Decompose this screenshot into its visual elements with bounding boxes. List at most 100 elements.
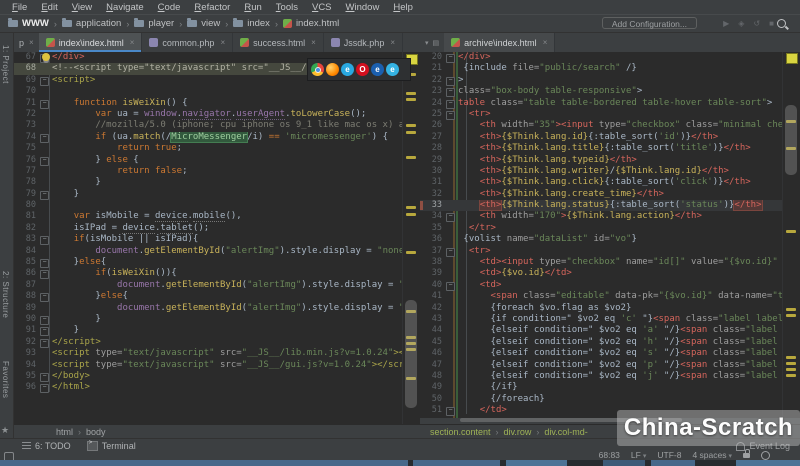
breadcrumb-item[interactable]: index.html xyxy=(283,18,339,29)
code-line[interactable]: 72 var ua = window.navigator.userAgent.t… xyxy=(14,109,420,120)
menu-item-help[interactable]: Help xyxy=(386,2,420,13)
menu-item-view[interactable]: View xyxy=(65,2,99,13)
code-line[interactable]: 39 <td>{$vo.id}</td> xyxy=(420,268,800,279)
code-line[interactable]: 78 } xyxy=(14,177,420,188)
code-line[interactable]: 28 <th>{$Think.lang.title}{:table_sort('… xyxy=(420,143,800,154)
scrollbar-thumb[interactable] xyxy=(785,105,797,175)
close-icon[interactable]: × xyxy=(29,38,34,47)
code-line[interactable]: 32 <th>{$Think.lang.create_time}</th> xyxy=(420,189,800,200)
fold-icon[interactable]: − xyxy=(446,88,455,97)
code-line[interactable]: 88− }else{ xyxy=(14,291,420,302)
breadcrumb-item[interactable]: player xyxy=(134,18,174,29)
menu-item-vcs[interactable]: VCS xyxy=(305,2,339,13)
code-line[interactable]: 77 return false; xyxy=(14,166,420,177)
code-line[interactable]: 49 {/if} xyxy=(420,382,800,393)
terminal-toolwindow-button[interactable]: Terminal xyxy=(87,441,136,451)
code-line[interactable]: 41 <span class="editable" data-pk="{$vo.… xyxy=(420,291,800,302)
editor-tab[interactable]: Jssdk.php× xyxy=(324,33,403,52)
intention-bulb-icon[interactable] xyxy=(42,53,50,61)
menu-item-window[interactable]: Window xyxy=(339,2,387,13)
favorites-star-icon[interactable]: ★ xyxy=(1,425,9,436)
indent-selector[interactable]: 4 spaces▾ xyxy=(692,450,732,460)
code-line[interactable]: 22−> xyxy=(420,75,800,86)
code-line[interactable]: 31 <th>{$Think.lang.click}{:table_sort('… xyxy=(420,177,800,188)
error-stripe-left[interactable] xyxy=(402,52,420,424)
code-line[interactable]: 36 {volist name="dataList" id="vo"} xyxy=(420,234,800,245)
editor-tab[interactable]: index\index.html× xyxy=(39,33,143,52)
coverage-icon[interactable]: ◈ xyxy=(738,19,744,28)
fold-icon[interactable]: − xyxy=(446,213,455,222)
code-line[interactable]: 75 return true; xyxy=(14,143,420,154)
breadcrumb-item[interactable]: application xyxy=(62,18,121,29)
code-line[interactable]: 24−table class="table table-bordered tab… xyxy=(420,98,800,109)
editor-tab[interactable]: archive\index.html× xyxy=(444,33,555,52)
breadcrumb-item[interactable]: div.col-md- xyxy=(544,427,587,437)
code-line[interactable]: 42 {foreach $vo.flag as $vo2} xyxy=(420,303,800,314)
code-line[interactable]: 29 <th>{$Think.lang.typeid}</th> xyxy=(420,155,800,166)
code-line[interactable]: 30 <th>{$Think.lang.writer}/{$Think.lang… xyxy=(420,166,800,177)
code-line[interactable]: 48 {elseif condition=" $vo2 eq 'j' "/}<s… xyxy=(420,371,800,382)
fold-icon[interactable]: − xyxy=(40,77,49,86)
stop-icon[interactable]: ■ xyxy=(769,19,774,28)
breadcrumb-item[interactable]: WWW xyxy=(8,18,49,29)
code-line[interactable]: 20−</div> xyxy=(420,52,800,63)
code-line[interactable]: 73 //mozilla/5.0 (iphone; cpu iphone os … xyxy=(14,120,420,131)
code-line[interactable]: 25− <tr> xyxy=(420,109,800,120)
breadcrumb-item[interactable]: index xyxy=(233,18,270,29)
tab-list-icon[interactable]: ▤ xyxy=(433,39,440,47)
code-line[interactable]: 91− } xyxy=(14,325,420,336)
inspections-hector-icon[interactable] xyxy=(761,451,770,460)
code-line[interactable]: 35 </tr> xyxy=(420,223,800,234)
code-line[interactable]: 89 document.getElementById("alertImg").s… xyxy=(14,303,420,314)
code-line[interactable]: 34− <th width="170">{$Think.lang.action}… xyxy=(420,211,800,222)
fold-icon[interactable]: − xyxy=(40,373,49,382)
code-line[interactable]: 47 {elseif condition=" $vo2 eq 'p' "/}<s… xyxy=(420,360,800,371)
fold-icon[interactable]: − xyxy=(446,54,455,63)
todo-toolwindow-button[interactable]: 6: TODO xyxy=(22,441,71,451)
code-line[interactable]: 83− if(isMobile || isIPad){ xyxy=(14,234,420,245)
code-line[interactable]: 96−</html> xyxy=(14,382,420,393)
code-line[interactable]: 50 {/foreach} xyxy=(420,394,800,405)
code-editor-left[interactable]: 67−</div>68<!--<script type="text/javasc… xyxy=(14,52,420,424)
menu-item-edit[interactable]: Edit xyxy=(34,2,64,13)
fold-icon[interactable]: − xyxy=(40,100,49,109)
code-line[interactable]: 95−</body> xyxy=(14,371,420,382)
menu-item-file[interactable]: File xyxy=(5,2,34,13)
fold-icon[interactable]: − xyxy=(40,293,49,302)
fold-icon[interactable]: − xyxy=(446,248,455,257)
encoding-selector[interactable]: UTF-8 xyxy=(657,450,681,460)
breadcrumb-item[interactable]: body xyxy=(86,427,106,437)
code-line[interactable]: 27 <th>{$Think.lang.id}{:table_sort('id'… xyxy=(420,132,800,143)
breadcrumb-item[interactable]: section.content xyxy=(430,427,491,437)
close-icon[interactable]: × xyxy=(220,38,225,47)
code-line[interactable]: 80 xyxy=(14,200,420,211)
sidebar-item-project[interactable]: 1: Project xyxy=(1,45,10,84)
code-line[interactable]: 21 {include file="public/search" /} xyxy=(420,63,800,74)
code-editor-right[interactable]: 20−</div>21 {include file="public/search… xyxy=(420,52,800,418)
code-line[interactable]: 90− } xyxy=(14,314,420,325)
close-icon[interactable]: × xyxy=(311,38,316,47)
scrollbar-thumb[interactable] xyxy=(405,300,417,408)
code-line[interactable]: 70 xyxy=(14,86,420,97)
editor-tab[interactable]: common.php× xyxy=(142,33,233,52)
code-line[interactable]: 45 {elseif condition=" $vo2 eq 'h' "/}<s… xyxy=(420,337,800,348)
code-line[interactable]: 33 <th>{$Think.lang.status}{:table_sort(… xyxy=(420,200,800,211)
fold-icon[interactable]: − xyxy=(40,157,49,166)
fold-icon[interactable]: − xyxy=(40,236,49,245)
code-line[interactable]: 76− } else { xyxy=(14,155,420,166)
breadcrumb-item[interactable]: div.row xyxy=(504,427,532,437)
fold-icon[interactable]: − xyxy=(40,339,49,348)
close-icon[interactable]: × xyxy=(390,38,395,47)
caret-position[interactable]: 68:83 xyxy=(599,450,620,460)
fold-icon[interactable]: − xyxy=(40,191,49,200)
error-stripe-right[interactable] xyxy=(782,52,800,418)
code-line[interactable]: 40− <td> xyxy=(420,280,800,291)
fold-icon[interactable]: − xyxy=(40,270,49,279)
code-line[interactable]: 37− <tr> xyxy=(420,246,800,257)
code-line[interactable]: 43 {if condition=" $vo2 eq 'c' "}<span c… xyxy=(420,314,800,325)
fold-icon[interactable]: − xyxy=(40,134,49,143)
code-line[interactable]: 94<script type="text/javascript" src="__… xyxy=(14,360,420,371)
breadcrumb-item[interactable]: html xyxy=(56,427,73,437)
code-line[interactable]: 92−</script> xyxy=(14,337,420,348)
fold-icon[interactable]: − xyxy=(446,77,455,86)
